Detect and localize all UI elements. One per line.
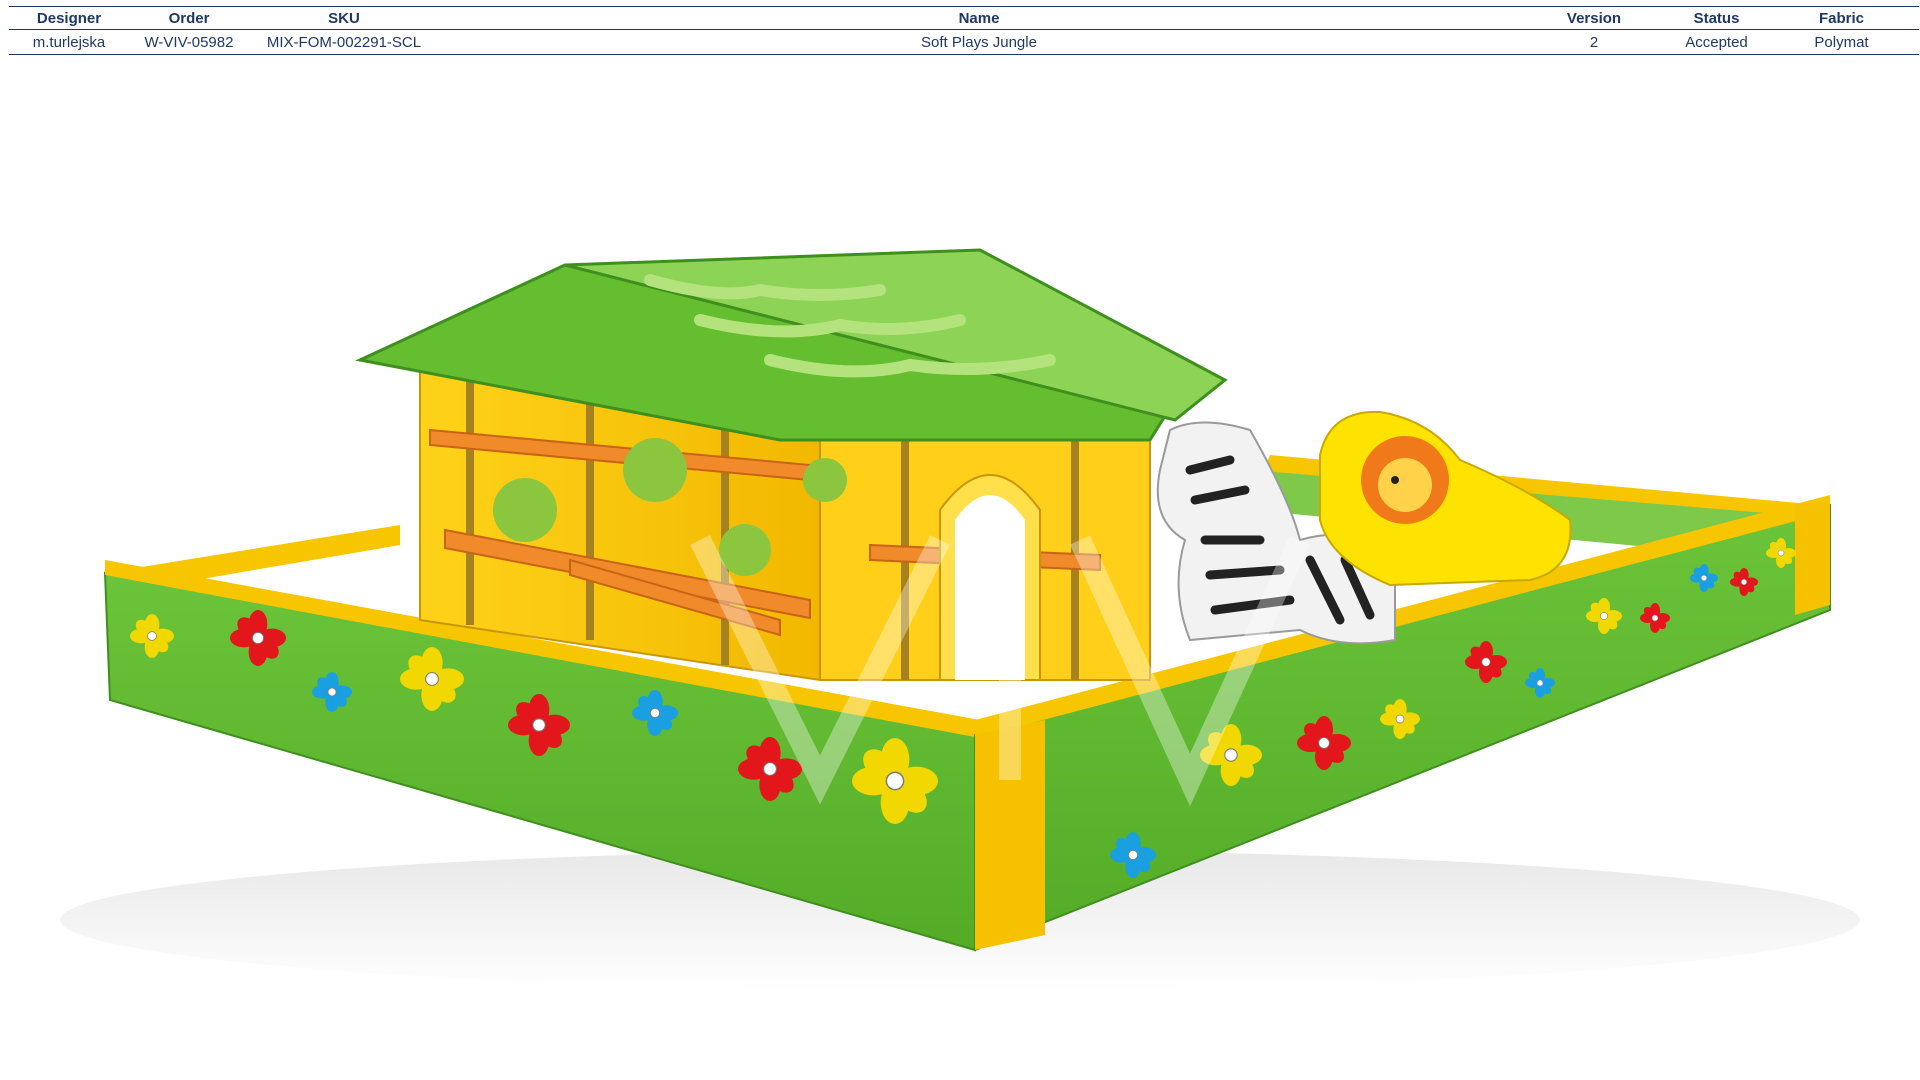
jungle-house — [355, 248, 1228, 682]
value-designer: m.turlejska — [9, 29, 129, 55]
spec-header-row: Designer Order SKU Name Version Status F… — [9, 6, 1919, 30]
header-version: Version — [1519, 6, 1669, 30]
value-fabric: Polymat — [1764, 29, 1919, 55]
product-render — [0, 60, 1920, 1080]
spec-table: Designer Order SKU Name Version Status F… — [9, 6, 1919, 55]
value-version: 2 — [1519, 29, 1669, 55]
product-sheet: Designer Order SKU Name Version Status F… — [0, 0, 1920, 1080]
header-designer: Designer — [9, 6, 129, 30]
header-name: Name — [439, 6, 1519, 30]
header-status: Status — [1669, 6, 1764, 30]
value-name: Soft Plays Jungle — [439, 29, 1519, 55]
header-fabric: Fabric — [1764, 6, 1919, 30]
value-status: Accepted — [1669, 29, 1764, 55]
product-render-svg — [60, 248, 1860, 990]
header-sku: SKU — [249, 6, 439, 30]
header-order: Order — [129, 6, 249, 30]
lion-figure — [1319, 410, 1572, 587]
value-order: W-VIV-05982 — [129, 29, 249, 55]
value-sku: MIX-FOM-002291-SCL — [249, 29, 439, 55]
spec-value-row: m.turlejska W-VIV-05982 MIX-FOM-002291-S… — [9, 29, 1919, 55]
